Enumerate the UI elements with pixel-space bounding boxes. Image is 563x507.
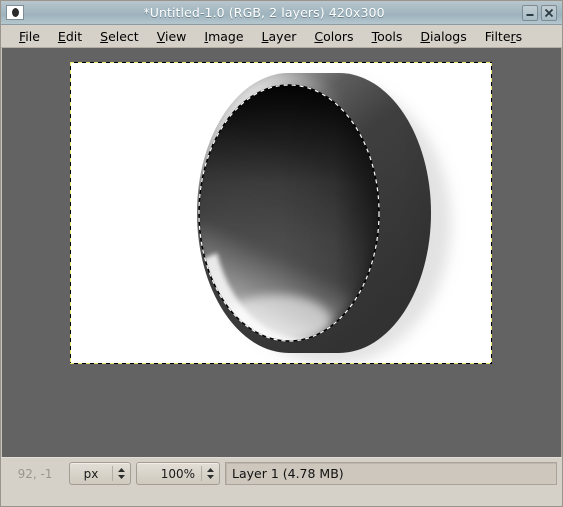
menu-dialogs[interactable]: Dialogs: [411, 27, 475, 46]
canvas-viewport[interactable]: [1, 48, 562, 457]
unit-spinner-button[interactable]: [113, 463, 130, 484]
artwork-shaded-ring: [197, 73, 451, 363]
status-message: Layer 1 (4.78 MB): [225, 462, 557, 485]
chevron-up-down-icon: [207, 468, 214, 479]
chevron-up-down-icon: [118, 468, 125, 479]
menu-file[interactable]: File: [10, 27, 49, 46]
unit-value: px: [83, 466, 99, 481]
window-titlebar[interactable]: *Untitled-1.0 (RGB, 2 layers) 420x300: [1, 1, 562, 25]
zoom-value: 100%: [160, 466, 195, 481]
window-controls: [522, 4, 559, 21]
menu-select-mnemonic: S: [100, 28, 109, 44]
unit-selector[interactable]: px: [69, 462, 131, 485]
minimize-button[interactable]: [522, 4, 538, 21]
menu-filters[interactable]: Filters: [476, 27, 531, 46]
menu-image[interactable]: Image: [195, 27, 252, 46]
menu-view-post: iew: [165, 28, 187, 44]
menu-layer-mnemonic: L: [261, 28, 269, 44]
close-button[interactable]: [541, 4, 557, 21]
menu-select[interactable]: Select: [91, 27, 148, 46]
menu-tools-post: ools: [377, 28, 403, 44]
image-canvas[interactable]: [70, 62, 492, 364]
minimize-icon: [526, 13, 534, 16]
menubar: File Edit Select View Image Layer Colors…: [1, 25, 562, 48]
zoom-selector[interactable]: 100%: [136, 462, 220, 485]
menu-edit[interactable]: Edit: [49, 27, 91, 46]
menu-tools[interactable]: Tools: [363, 27, 412, 46]
menu-filters-pre: Filte: [484, 28, 511, 44]
zoom-spinner-button[interactable]: [202, 463, 219, 484]
menu-select-post: elect: [108, 28, 139, 44]
menu-view[interactable]: View: [148, 27, 196, 46]
menu-edit-mnemonic: E: [57, 28, 66, 44]
close-icon: [544, 8, 554, 17]
gimp-image-window: *Untitled-1.0 (RGB, 2 layers) 420x300 Fi…: [0, 0, 563, 507]
menu-colors[interactable]: Colors: [305, 27, 362, 46]
menu-edit-post: dit: [65, 28, 83, 44]
menu-dialogs-post: ialogs: [430, 28, 467, 44]
window-title: *Untitled-1.0 (RGB, 2 layers) 420x300: [143, 5, 385, 20]
canvas-page[interactable]: [71, 63, 491, 363]
menu-filters-post: s: [515, 28, 523, 44]
menu-layer[interactable]: Layer: [253, 27, 306, 46]
menu-image-post: mage: [208, 28, 244, 44]
statusbar: 92, -1 px 100% Layer 1 (4.78 MB): [1, 457, 562, 489]
pointer-coordinates: 92, -1: [17, 466, 53, 481]
menu-dialogs-mnemonic: D: [420, 28, 430, 44]
menu-view-mnemonic: V: [156, 28, 165, 44]
menu-colors-mnemonic: C: [314, 28, 324, 44]
menu-colors-post: olors: [323, 28, 354, 44]
menu-file-post: ile: [25, 28, 40, 44]
menu-layer-post: ayer: [268, 28, 297, 44]
